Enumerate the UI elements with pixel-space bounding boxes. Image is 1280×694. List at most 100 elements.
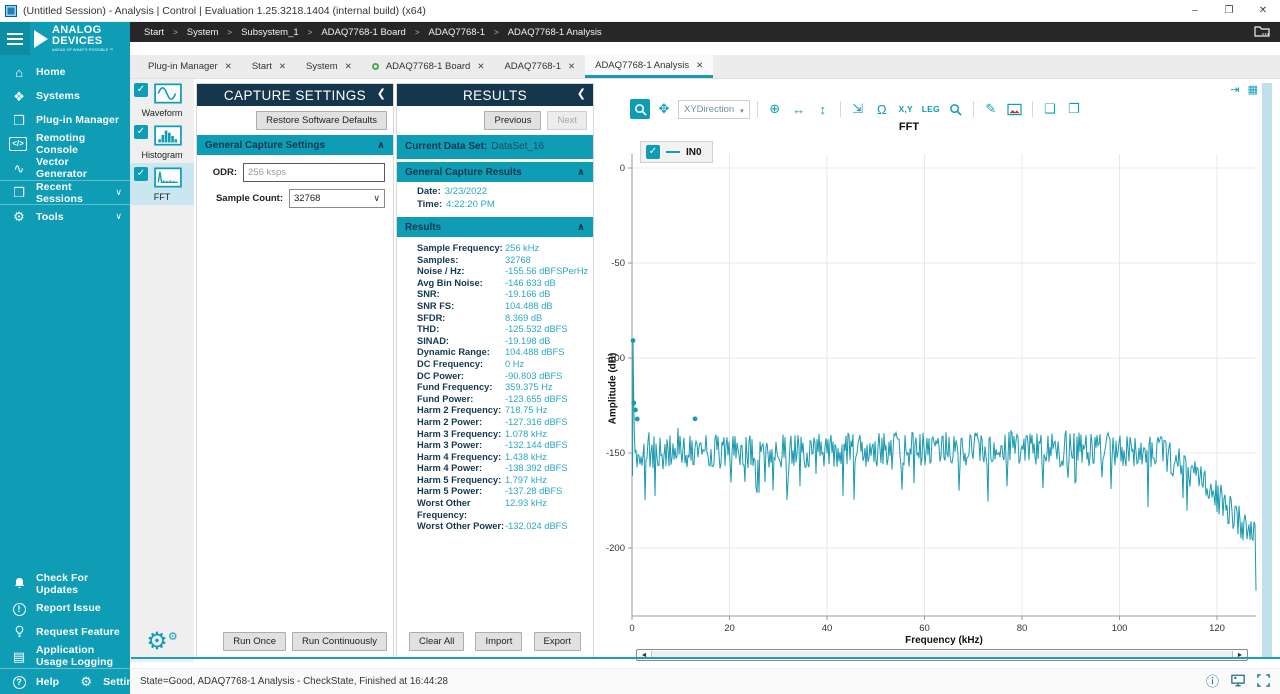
run-continuously-button[interactable]: Run Continuously — [292, 632, 387, 651]
next-button[interactable]: Next — [547, 111, 587, 130]
sidebar-item-plug-in-manager[interactable]: ❒Plug-in Manager — [0, 108, 130, 132]
sidebar-item-check-for-updates[interactable]: Check For Updates — [0, 572, 130, 596]
hamburger-menu-button[interactable] — [0, 22, 30, 55]
restore-software-defaults-button[interactable]: Restore Software Defaults — [256, 111, 387, 130]
zoom-region-button[interactable] — [946, 99, 966, 119]
result-label: Sample Frequency: — [417, 243, 505, 255]
tab-system[interactable]: System✕ — [296, 55, 362, 78]
capture-settings-title: CAPTURE SETTINGS — [224, 88, 366, 103]
dock-panel-icon[interactable]: ⇥ — [1230, 83, 1239, 96]
tab-close-icon[interactable]: ✕ — [279, 61, 286, 72]
tab-close-icon[interactable]: ✕ — [568, 61, 575, 72]
result-value: 1.438 kHz — [505, 452, 547, 464]
svg-text:60: 60 — [919, 623, 930, 634]
tab-close-icon[interactable]: ✕ — [477, 61, 484, 72]
legend-toggle-button[interactable]: LEG — [920, 99, 942, 119]
minimize-button[interactable]: – — [1178, 0, 1212, 21]
sidebar-item-report-issue[interactable]: !Report Issue — [0, 596, 130, 620]
data-grid-icon[interactable]: ▦ — [1248, 83, 1258, 96]
snapshot-button[interactable] — [1005, 99, 1025, 119]
result-row-harm-3-power: Harm 3 Power:-132.144 dBFS — [417, 440, 589, 452]
general-capture-results-section: General Capture Results — [405, 167, 522, 178]
sidebar-item-request-feature[interactable]: Request Feature — [0, 620, 130, 644]
result-label: Harm 4 Power: — [417, 463, 505, 475]
sidebar-item-application-usage-logging[interactable]: ▤Application Usage Logging — [0, 644, 130, 668]
breadcrumb-item-adaq7768-1[interactable]: ADAQ7768-1 — [429, 27, 486, 38]
result-value: 0 Hz — [505, 359, 524, 371]
remote-session-icon[interactable] — [1231, 674, 1245, 689]
sidebar-item-home[interactable]: ⌂Home — [0, 60, 130, 84]
view-waveform[interactable]: ✓Waveform — [130, 79, 194, 121]
breadcrumb-item-subsystem-1[interactable]: Subsystem_1 — [241, 27, 299, 38]
sidebar-item-systems[interactable]: ❖Systems — [0, 84, 130, 108]
xy-direction-dropdown[interactable]: XYDirection▾ — [678, 100, 750, 119]
export-data-button[interactable]: ❐ — [1064, 99, 1084, 119]
run-once-button[interactable]: Run Once — [223, 632, 286, 651]
collapsed-side-strip[interactable] — [1262, 83, 1272, 658]
collapse-panel-icon[interactable]: ❮ — [577, 87, 586, 100]
sidebar-item-remoting-console[interactable]: </>Remoting Console — [0, 132, 130, 156]
fullscreen-icon[interactable] — [1257, 674, 1270, 689]
result-value: 32768 — [505, 255, 531, 267]
tab-close-icon[interactable]: ✕ — [345, 61, 352, 72]
open-session-icon[interactable] — [1254, 24, 1270, 40]
chevron-up-icon[interactable]: ∧ — [577, 222, 585, 233]
view-label: FFT — [132, 192, 192, 202]
tab-close-icon[interactable]: ✕ — [696, 60, 703, 71]
result-value: -155.56 dBFSPerHz — [505, 266, 588, 278]
previous-button[interactable]: Previous — [484, 111, 541, 130]
impedance-button[interactable]: Ω — [872, 99, 892, 119]
chart-toolbar: ✥XYDirection▾ ⊕↔↕ ⇲ΩX,YLEG ✎ ❏❐ — [630, 97, 1084, 121]
clear-all-button[interactable]: Clear All — [409, 632, 464, 651]
tab-adaq7768-1[interactable]: ADAQ7768-1✕ — [494, 55, 585, 78]
collapse-panel-icon[interactable]: ❮ — [377, 87, 386, 100]
fit-all-button[interactable]: ⇲ — [848, 99, 868, 119]
fit-horizontal-button[interactable]: ↔ — [789, 99, 809, 119]
view-histogram[interactable]: ✓Histogram — [130, 121, 194, 163]
result-value: 256 kHz — [505, 243, 539, 255]
tab-adaq7768-1-analysis[interactable]: ADAQ7768-1 Analysis✕ — [585, 55, 713, 78]
tab-plug-in-manager[interactable]: Plug-in Manager✕ — [138, 55, 242, 78]
breadcrumb: Start>System>Subsystem_1>ADAQ7768-1 Boar… — [130, 22, 1280, 42]
tab-start[interactable]: Start✕ — [242, 55, 296, 78]
sidebar-item-help[interactable]: ? Help — [0, 669, 67, 694]
chevron-up-icon[interactable]: ∧ — [577, 167, 585, 178]
result-row-dc-power: DC Power:-90.803 dBFS — [417, 371, 589, 383]
pan-button[interactable]: ✥ — [654, 99, 674, 119]
toolbar-separator — [973, 101, 974, 117]
sidebar-item-recent-sessions[interactable]: ❐Recent Sessions∨ — [0, 180, 130, 204]
xy-values-button[interactable]: X,Y — [896, 99, 916, 119]
odr-input[interactable] — [243, 163, 385, 182]
fft-plot[interactable]: 0-50-100-150-200020406080100120 — [596, 148, 1260, 640]
breadcrumb-item-start[interactable]: Start — [144, 27, 164, 38]
view-fft[interactable]: ✓ FFT — [130, 163, 194, 205]
sample-count-dropdown[interactable]: 32768 ∨ — [289, 189, 385, 208]
close-button[interactable]: ✕ — [1246, 0, 1280, 21]
center-cursor-button[interactable]: ⊕ — [765, 99, 785, 119]
zoom-select-button[interactable] — [630, 99, 650, 119]
checkbox-checked-icon[interactable]: ✓ — [134, 167, 148, 181]
sidebar-item-tools[interactable]: ⚙Tools∨ — [0, 204, 130, 228]
import-button[interactable]: Import — [475, 632, 522, 651]
result-row-harm-2-frequency: Harm 2 Frequency:718.75 Hz — [417, 405, 589, 417]
tab-adaq7768-1-board[interactable]: ADAQ7768-1 Board✕ — [362, 55, 495, 78]
breadcrumb-item-adaq7768-1-board[interactable]: ADAQ7768-1 Board — [321, 27, 406, 38]
breadcrumb-item-system[interactable]: System — [187, 27, 219, 38]
checkbox-checked-icon[interactable]: ✓ — [134, 125, 148, 139]
export-image-button[interactable]: ❏ — [1040, 99, 1060, 119]
export-button[interactable]: Export — [534, 632, 581, 651]
fit-vertical-button[interactable]: ↕ — [813, 99, 833, 119]
result-label: DC Power: — [417, 371, 505, 383]
info-icon[interactable]: ⓘ — [1206, 675, 1219, 688]
chevron-up-icon[interactable]: ∧ — [377, 140, 385, 151]
checkbox-checked-icon[interactable]: ✓ — [134, 83, 148, 97]
breadcrumb-item-adaq7768-1-analysis[interactable]: ADAQ7768-1 Analysis — [508, 27, 602, 38]
horizontal-scrollbar[interactable]: ◄ ► — [636, 649, 1248, 661]
tab-close-icon[interactable]: ✕ — [225, 61, 232, 72]
result-label: SFDR: — [417, 313, 505, 325]
restore-button[interactable]: ❐ — [1212, 0, 1246, 21]
result-value: 104.488 dBFS — [505, 347, 564, 359]
sidebar-item-vector-generator[interactable]: ∿Vector Generator — [0, 156, 130, 180]
tab-status-dot — [372, 63, 379, 70]
annotate-button[interactable]: ✎ — [981, 99, 1001, 119]
